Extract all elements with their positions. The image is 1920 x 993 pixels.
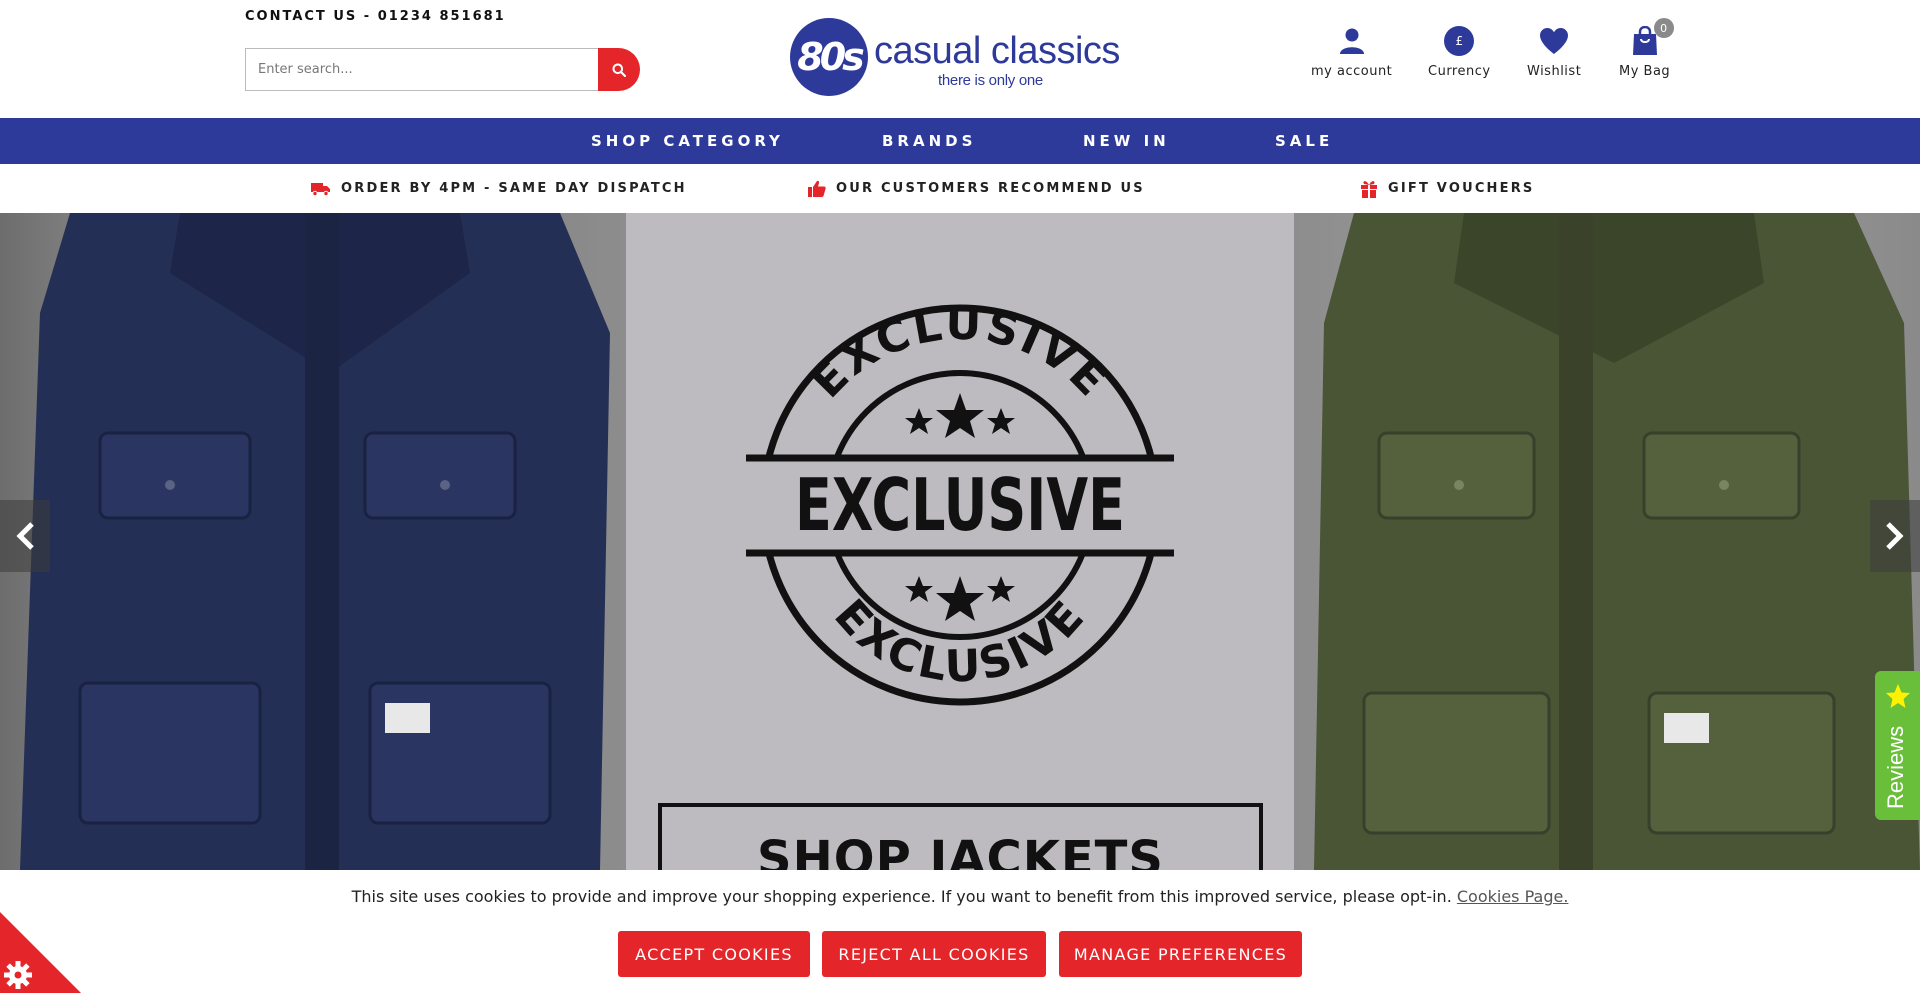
cookie-settings-button[interactable] [0, 912, 81, 993]
my-account-label: my account [1311, 64, 1393, 79]
truck-icon [311, 182, 330, 196]
usp-label: GIFT VOUCHERS [1388, 181, 1535, 196]
hero-banner[interactable]: EXCLUSIVE EXCLUSIVE EXCLUSIVE SHOP JACKE… [0, 213, 1920, 870]
wishlist-label: Wishlist [1527, 64, 1582, 79]
logo-name: casual classics [874, 30, 1120, 72]
nav-shop-category[interactable]: SHOP CATEGORY [591, 118, 784, 164]
reviews-tab[interactable]: Reviews [1875, 671, 1920, 820]
star-icon [1886, 684, 1910, 708]
user-icon [1339, 28, 1364, 54]
cookies-page-link[interactable]: Cookies Page. [1457, 887, 1569, 906]
exclusive-badge-panel: EXCLUSIVE EXCLUSIVE EXCLUSIVE [626, 213, 1294, 870]
chevron-left-icon [16, 522, 34, 550]
usp-same-day-dispatch[interactable]: ORDER BY 4PM - SAME DAY DISPATCH [311, 164, 687, 213]
cookie-message-line: This site uses cookies to provide and im… [0, 887, 1920, 906]
site-header: CONTACT US - 01234 851681 80s casual cla… [0, 0, 1920, 118]
shop-jackets-button[interactable]: SHOP JACKETS [658, 803, 1263, 870]
badge-top-text: EXCLUSIVE [802, 299, 1116, 408]
thumbs-up-icon [808, 180, 826, 197]
manage-preferences-button[interactable]: MANAGE PREFERENCES [1059, 931, 1302, 977]
cookie-message: This site uses cookies to provide and im… [351, 887, 1452, 906]
svg-text:EXCLUSIVE: EXCLUSIVE [802, 299, 1119, 408]
search-button[interactable] [598, 48, 640, 91]
currency-icon: £ [1444, 26, 1475, 56]
my-bag-label: My Bag [1619, 64, 1671, 79]
usp-bar: ORDER BY 4PM - SAME DAY DISPATCH OUR CUS… [0, 164, 1920, 213]
reject-cookies-button[interactable]: REJECT ALL COOKIES [822, 931, 1046, 977]
site-logo[interactable]: 80s casual classics there is only one [790, 16, 1130, 96]
main-nav: SHOP CATEGORY BRANDS NEW IN SALE [0, 118, 1920, 164]
chevron-right-icon [1886, 522, 1904, 550]
usp-label: OUR CUSTOMERS RECOMMEND US [836, 181, 1145, 196]
cookie-banner: This site uses cookies to provide and im… [0, 870, 1920, 993]
shop-jackets-label: SHOP JACKETS [757, 831, 1164, 870]
gift-icon [1361, 181, 1377, 198]
accept-cookies-button[interactable]: ACCEPT COOKIES [618, 931, 810, 977]
gear-icon [4, 961, 32, 989]
usp-label: ORDER BY 4PM - SAME DAY DISPATCH [341, 181, 687, 196]
usp-gift-vouchers[interactable]: GIFT VOUCHERS [1360, 164, 1535, 213]
logo-tagline: there is only one [938, 72, 1043, 89]
search-bar [245, 48, 640, 91]
slider-next-button[interactable] [1870, 500, 1920, 572]
search-input[interactable] [245, 48, 598, 91]
green-jacket-image [1294, 213, 1920, 870]
wishlist-link[interactable]: Wishlist [1527, 24, 1581, 79]
contact-phone[interactable]: CONTACT US - 01234 851681 [245, 9, 506, 24]
my-bag-link[interactable]: 0 My Bag [1619, 18, 1674, 79]
slider-prev-button[interactable] [0, 500, 50, 572]
nav-sale[interactable]: SALE [1275, 118, 1333, 164]
currency-selector[interactable]: £ Currency [1428, 24, 1491, 79]
bag-count-badge: 0 [1653, 18, 1674, 38]
logo-mark: 80s [790, 18, 868, 96]
nav-brands[interactable]: BRANDS [882, 118, 976, 164]
heart-icon [1540, 28, 1569, 54]
usp-recommend[interactable]: OUR CUSTOMERS RECOMMEND US [808, 164, 1145, 213]
currency-label: Currency [1428, 64, 1491, 79]
navy-jacket-image [0, 213, 626, 870]
exclusive-stamp-icon: EXCLUSIVE EXCLUSIVE EXCLUSIVE [744, 299, 1176, 706]
search-icon [612, 63, 626, 77]
my-account-link[interactable]: my account [1311, 24, 1392, 79]
badge-middle-text: EXCLUSIVE [795, 463, 1125, 547]
reviews-label: Reviews [1883, 725, 1908, 809]
nav-new-in[interactable]: NEW IN [1083, 118, 1170, 164]
